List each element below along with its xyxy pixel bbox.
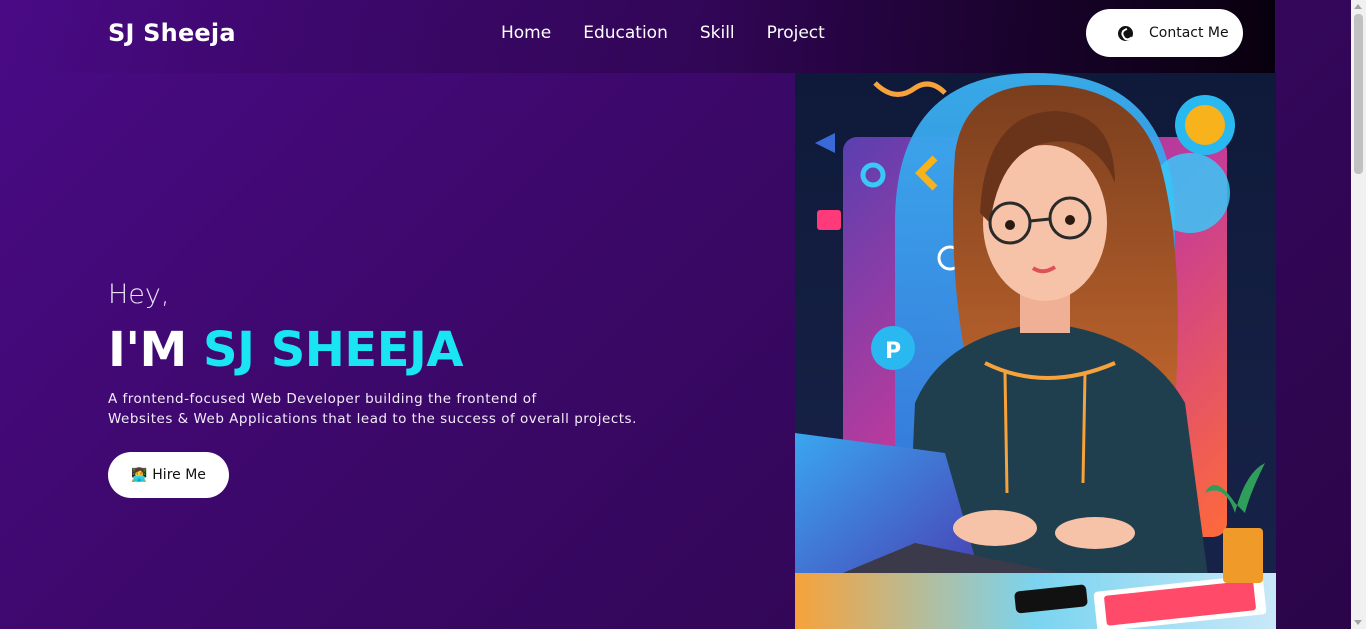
hero-title-prefix: I'M	[108, 322, 187, 378]
phone-icon	[1118, 25, 1133, 41]
scroll-down-arrow-icon[interactable]	[1354, 620, 1362, 625]
contact-me-button[interactable]: Contact Me	[1086, 9, 1243, 57]
hero-description-line2: Websites & Web Applications that lead to…	[108, 411, 637, 427]
nav-project[interactable]: Project	[767, 23, 825, 43]
hire-me-label: Hire Me	[152, 467, 206, 483]
site-logo[interactable]: SJ Sheeja	[108, 19, 236, 47]
hero-illustration: P	[795, 73, 1276, 629]
svg-text:P: P	[885, 339, 901, 364]
header: SJ Sheeja Home Education Skill Project C…	[0, 0, 1275, 73]
page: SJ Sheeja Home Education Skill Project C…	[0, 0, 1351, 629]
hero-description-line1: A frontend-focused Web Developer buildin…	[108, 391, 537, 407]
scroll-thumb[interactable]	[1354, 14, 1363, 174]
woman-technologist-icon: 👩‍💻	[131, 467, 148, 483]
nav-skill[interactable]: Skill	[700, 23, 735, 43]
scroll-up-arrow-icon[interactable]	[1354, 4, 1362, 9]
contact-me-label: Contact Me	[1149, 25, 1229, 41]
hero-title: I'M SJ SHEEJA	[108, 322, 464, 378]
hero-greeting: Hey,	[108, 279, 170, 310]
hire-me-button[interactable]: 👩‍💻 Hire Me	[108, 452, 229, 498]
hero-description: A frontend-focused Web Developer buildin…	[108, 389, 637, 429]
vertical-scrollbar[interactable]	[1351, 0, 1366, 629]
nav-education[interactable]: Education	[583, 23, 668, 43]
nav-home[interactable]: Home	[501, 23, 551, 43]
hero-title-name: SJ SHEEJA	[203, 322, 464, 378]
main-nav: Home Education Skill Project	[501, 23, 857, 43]
